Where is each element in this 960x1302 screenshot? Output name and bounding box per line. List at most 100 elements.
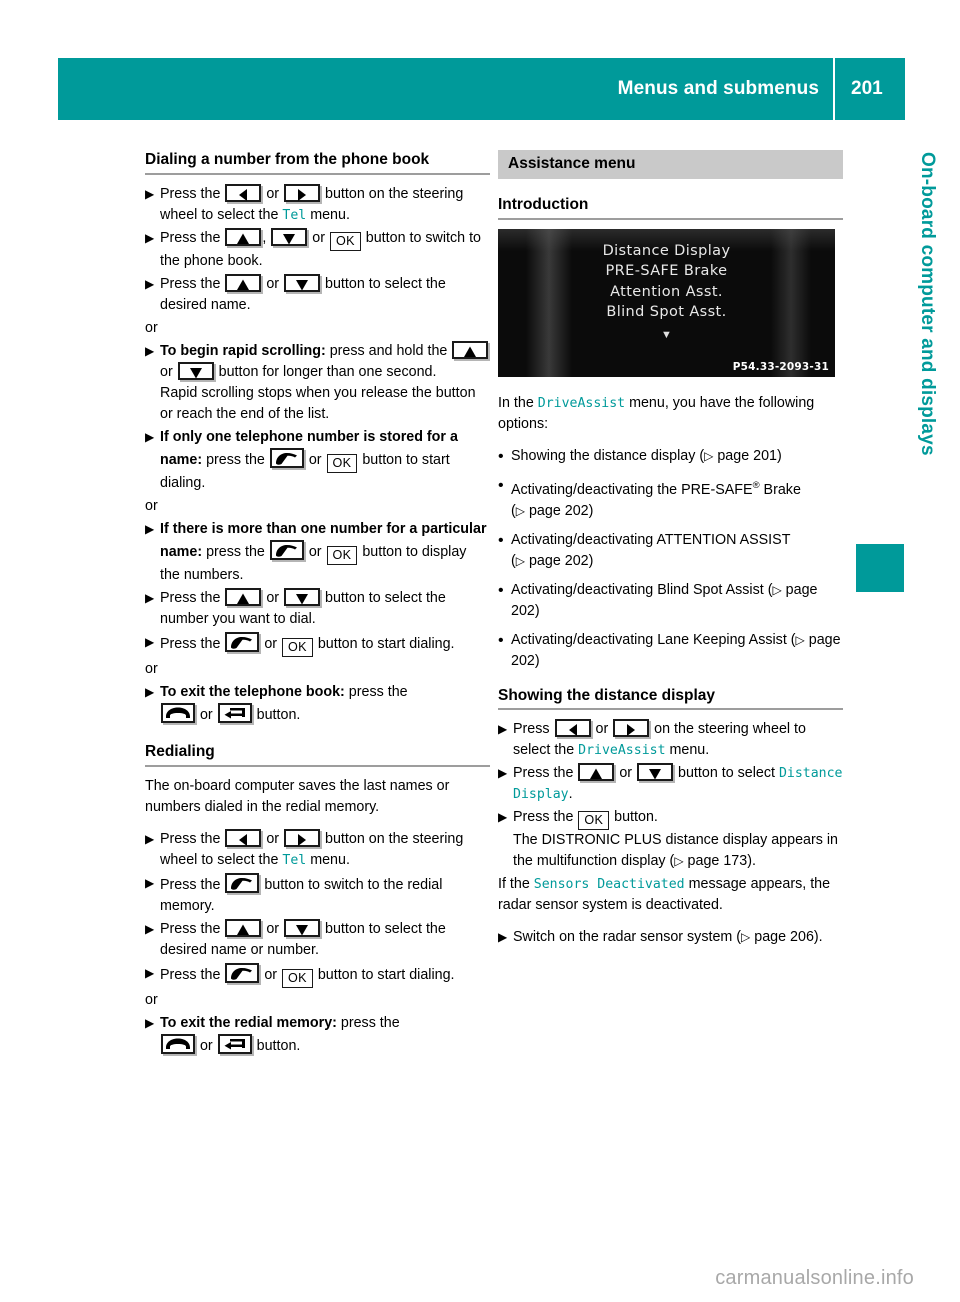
up-arrow-button[interactable]: [452, 340, 489, 359]
steps-dialing: ▶ Press the or button on the steering whe…: [145, 183, 490, 316]
ok-button[interactable]: OK: [578, 811, 610, 831]
step-marker-icon: ▶: [498, 766, 508, 781]
steps-switch-on-sensors: ▶ Switch on the radar sensor system (▷ pa…: [498, 927, 843, 948]
down-arrow-button[interactable]: [177, 361, 214, 380]
up-arrow-button[interactable]: [578, 763, 615, 782]
step-text: Press the or button on the steering whee…: [160, 828, 464, 868]
hangup-handset-button[interactable]: [161, 1033, 195, 1054]
list-item-text: Activating/deactivating Blind Spot Assis…: [511, 581, 818, 619]
instruction-step: ▶ Press the OK button. The DISTRONIC PLUS …: [498, 807, 843, 872]
list-item-text: Activating/deactivating ATTENTION ASSIST…: [511, 531, 791, 569]
up-arrow-button[interactable]: [225, 227, 262, 246]
step-marker-icon: ▶: [145, 276, 155, 291]
up-arrow-button[interactable]: [225, 587, 262, 606]
chapter-tab-marker: [856, 544, 904, 592]
or-separator-2: or: [145, 497, 158, 514]
instruction-step: ▶ If only one telephone number is stored …: [145, 427, 490, 494]
ok-button[interactable]: OK: [326, 453, 358, 473]
down-arrow-button[interactable]: [284, 587, 321, 606]
instruction-step: ▶ Press the or button to select the desir…: [145, 918, 490, 961]
ok-button[interactable]: OK: [330, 231, 361, 251]
page-reference-text[interactable]: page 202: [529, 553, 589, 569]
steps-exit-phonebook: ▶ To exit the telephone book: press the o…: [145, 682, 490, 726]
step-marker-icon: ▶: [145, 684, 155, 699]
menu-name-text: Tel: [282, 852, 307, 868]
page-reference-text[interactable]: page 206: [754, 929, 814, 945]
instruction-step: ▶ Press the or button on the steering whe…: [145, 183, 490, 226]
heading-redialing: Redialing: [145, 742, 215, 760]
step-marker-icon: ▶: [145, 343, 155, 358]
or-separator-1: or: [145, 319, 158, 336]
down-arrow-button[interactable]: [284, 918, 321, 937]
list-item: • Activating/deactivating the PRE-SAFE® B…: [498, 475, 843, 522]
step-text: Switch on the radar sensor system (▷ pag…: [513, 929, 823, 946]
heading-rule: [145, 764, 490, 767]
right-arrow-button[interactable]: [284, 183, 321, 202]
left-column: Dialing a number from the phone book ▶ Pr…: [145, 150, 490, 1059]
right-arrow-button[interactable]: [284, 828, 321, 847]
list-item-text: Activating/deactivating Lane Keeping Ass…: [511, 631, 841, 669]
display-menu-item: Attention Asst.: [610, 283, 723, 300]
footer-watermark: carmanualsonline.info: [715, 1267, 914, 1289]
step-text: To exit the telephone book: press the or…: [160, 683, 408, 723]
down-arrow-button[interactable]: [271, 227, 308, 246]
call-handset-button[interactable]: [269, 447, 304, 468]
ok-button[interactable]: OK: [282, 637, 313, 657]
instruction-step: ▶ If there is more than one number for a …: [145, 519, 490, 586]
step-text: Press the or button to select the desire…: [160, 273, 446, 313]
chapter-tab-label: On-board computer and displays: [917, 152, 938, 456]
manual-page: Menus and submenus 201 On-board computer…: [0, 0, 960, 1302]
call-handset-button[interactable]: [225, 872, 260, 893]
step-marker-icon: ▶: [145, 1015, 155, 1030]
left-arrow-button[interactable]: [225, 828, 262, 847]
call-handset-button[interactable]: [269, 539, 304, 560]
right-arrow-button[interactable]: [613, 719, 650, 738]
display-menu-item: Distance Display: [602, 242, 731, 259]
step-text: Press the or button on the steering whee…: [160, 183, 464, 223]
heading-dialing-from-phonebook: Dialing a number from the phone book: [145, 151, 430, 168]
up-arrow-button[interactable]: [225, 918, 262, 937]
emphasis-text: If only one telephone number is stored f…: [160, 428, 458, 468]
page-number: 201: [851, 78, 883, 99]
ok-button[interactable]: OK: [326, 545, 358, 565]
down-arrow-button[interactable]: [637, 763, 674, 782]
registered-mark: ®: [752, 479, 760, 491]
instruction-step: ▶ To exit the redial memory: press the or…: [145, 1013, 490, 1057]
left-arrow-button[interactable]: [225, 183, 262, 202]
page-reference-text[interactable]: page 202: [529, 503, 589, 519]
multifunction-display-figure: Distance Display PRE-SAFE Brake Attention …: [498, 228, 835, 377]
page-reference-text[interactable]: page 202: [511, 632, 841, 669]
call-handset-button[interactable]: [225, 631, 260, 652]
instruction-step: ▶ To exit the telephone book: press the o…: [145, 682, 490, 726]
ok-button[interactable]: OK: [282, 968, 313, 988]
back-arrow-button[interactable]: [217, 702, 252, 723]
step-text: Press the or button to select the desire…: [160, 918, 446, 958]
step-marker-icon: ▶: [145, 230, 155, 245]
left-arrow-button[interactable]: [554, 719, 591, 738]
heading-rule: [498, 217, 843, 220]
list-item: • Activating/deactivating Lane Keeping As…: [498, 630, 843, 672]
heading-rule: [498, 708, 843, 711]
instruction-step: ▶ Press the or button on the steering whe…: [145, 828, 490, 871]
or-separator-3: or: [145, 660, 158, 677]
step-marker-icon: ▶: [498, 810, 508, 825]
call-handset-button[interactable]: [225, 962, 260, 983]
instruction-step: ▶ Press the , or OK button to switch to t…: [145, 227, 490, 272]
instruction-step: ▶ Switch on the radar sensor system (▷ pa…: [498, 927, 843, 948]
step-text: Press the or OK button to start dialing.: [160, 631, 490, 657]
steps-exit-redial: ▶ To exit the redial memory: press the or…: [145, 1013, 490, 1057]
page-reference-icon: ▷: [704, 448, 714, 463]
page-reference-text[interactable]: page 201: [717, 448, 777, 464]
page-reference-text[interactable]: page 173: [688, 853, 748, 869]
page-header: Menus and submenus 201: [58, 58, 905, 120]
down-arrow-button[interactable]: [284, 273, 321, 292]
step-marker-icon: ▶: [145, 875, 155, 890]
list-item: • Activating/deactivating ATTENTION ASSIS…: [498, 530, 843, 572]
or-separator-4: or: [145, 991, 158, 1008]
step-text: Press the OK button. The DISTRONIC PLUS d…: [513, 809, 838, 870]
step-marker-icon: ▶: [145, 429, 155, 444]
back-arrow-button[interactable]: [217, 1033, 252, 1054]
instruction-step: ▶ Press the button to switch to the redia…: [145, 872, 490, 917]
up-arrow-button[interactable]: [225, 273, 262, 292]
hangup-handset-button[interactable]: [161, 702, 195, 723]
